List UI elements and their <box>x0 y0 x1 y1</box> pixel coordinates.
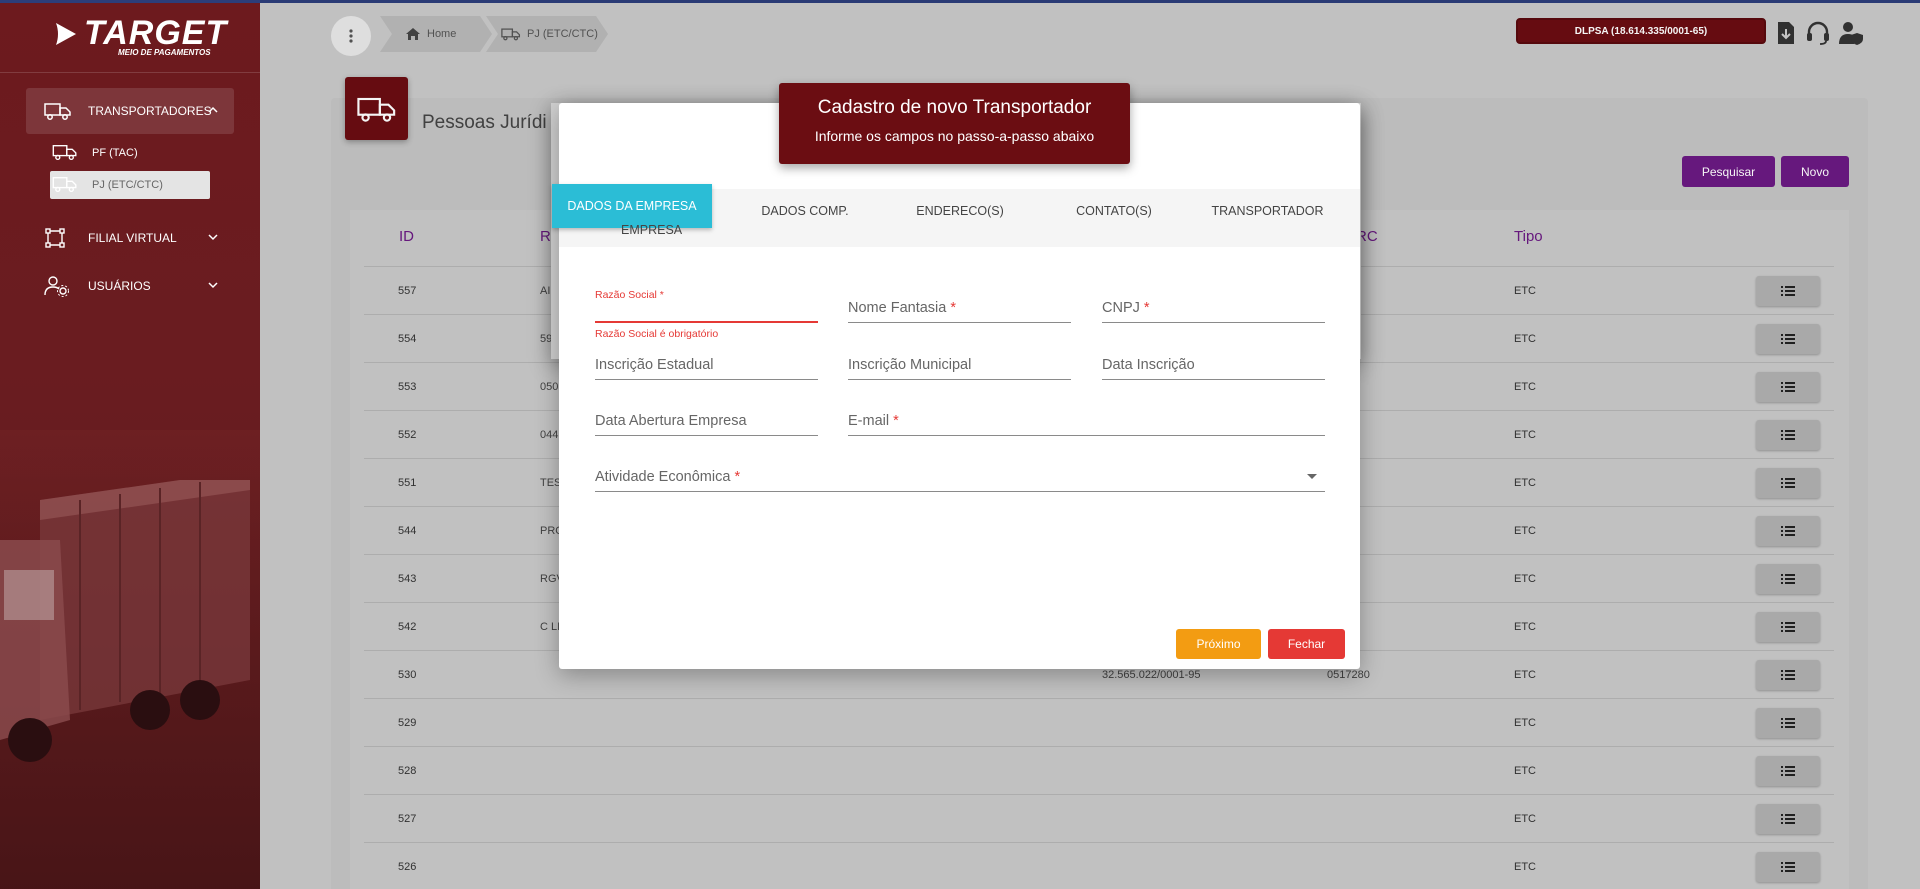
dropdown-caret-icon <box>1307 474 1317 479</box>
atividade-economica-select[interactable]: Atividade Econômica * <box>595 458 1325 492</box>
sidebar-subitem-pj[interactable]: PJ (ETC/CTC) <box>50 171 210 199</box>
atividade-economica-label: Atividade Econômica * <box>595 469 741 485</box>
truck-icon <box>52 175 80 196</box>
sidebar-item-filial-virtual[interactable]: FILIAL VIRTUAL <box>26 215 234 261</box>
inscricao-estadual-field[interactable]: Inscrição Estadual <box>595 346 818 380</box>
sidebar-divider <box>0 72 260 73</box>
truck-icon <box>44 101 78 121</box>
chevron-down-icon <box>208 234 218 241</box>
tab-dados-empresa[interactable]: DADOS DA EMPRESA <box>552 184 712 228</box>
email-label: E-mail * <box>848 413 899 429</box>
data-abertura-field[interactable]: Data Abertura Empresa <box>595 402 818 436</box>
data-inscricao-label: Data Inscrição <box>1102 357 1195 373</box>
tab-transportador[interactable]: TRANSPORTADOR <box>1190 189 1345 233</box>
modal-title: Cadastro de novo Transportador <box>817 97 1092 118</box>
chevron-down-icon <box>208 282 218 289</box>
cnpj-label: CNPJ * <box>1102 300 1150 316</box>
nome-fantasia-label: Nome Fantasia * <box>848 300 957 316</box>
razao-social-input[interactable] <box>595 299 818 319</box>
tab-dados-comp[interactable]: DADOS COMP. <box>730 189 880 233</box>
close-button[interactable]: Fechar <box>1268 629 1345 659</box>
brand-logo: TARGET MEIO DE PAGAMENTOS <box>50 14 226 62</box>
nodes-icon <box>44 227 78 249</box>
tab-label-overflow: EMPRESA <box>621 223 683 237</box>
sidebar: TARGET MEIO DE PAGAMENTOS TRANSPORTADORE… <box>0 0 260 889</box>
next-button[interactable]: Próximo <box>1176 629 1261 659</box>
nome-fantasia-field[interactable]: Nome Fantasia * <box>848 289 1071 323</box>
data-inscricao-field[interactable]: Data Inscrição <box>1102 346 1325 380</box>
truck-icon <box>52 143 80 164</box>
play-logo-icon <box>56 23 76 45</box>
inscricao-municipal-label: Inscrição Municipal <box>848 357 972 373</box>
data-abertura-label: Data Abertura Empresa <box>595 413 747 429</box>
brand-tagline: MEIO DE PAGAMENTOS <box>118 48 211 57</box>
users-gear-icon <box>44 275 78 297</box>
sidebar-item-label: FILIAL VIRTUAL <box>88 231 177 245</box>
sidebar-item-usuarios[interactable]: USUÁRIOS <box>26 263 234 309</box>
truck-illustration <box>0 480 250 762</box>
inscricao-estadual-label: Inscrição Estadual <box>595 357 714 373</box>
sidebar-item-label: TRANSPORTADORES <box>88 104 212 118</box>
sidebar-subitem-label: PJ (ETC/CTC) <box>92 179 163 191</box>
tab-contatos[interactable]: CONTATO(S) <box>1039 189 1189 233</box>
sidebar-subitem-label: PF (TAC) <box>92 147 138 159</box>
sidebar-item-label: USUÁRIOS <box>88 279 151 293</box>
tab-enderecos[interactable]: ENDERECO(S) <box>885 189 1035 233</box>
razao-social-field[interactable]: Razão Social * <box>595 289 818 323</box>
razao-social-error: Razão Social é obrigatório <box>595 328 719 340</box>
chevron-up-icon <box>208 106 218 113</box>
modal-header-banner: Cadastro de novo Transportador Informe o… <box>779 83 1130 164</box>
modal-subtitle: Informe os campos no passo-a-passo abaix… <box>814 128 1095 144</box>
inscricao-municipal-field[interactable]: Inscrição Municipal <box>848 346 1071 380</box>
sidebar-subitem-pf[interactable]: PF (TAC) <box>50 139 210 167</box>
cnpj-field[interactable]: CNPJ * <box>1102 289 1325 323</box>
email-field[interactable]: E-mail * <box>848 402 1325 436</box>
sidebar-item-transportadores[interactable]: TRANSPORTADORES <box>26 88 234 134</box>
